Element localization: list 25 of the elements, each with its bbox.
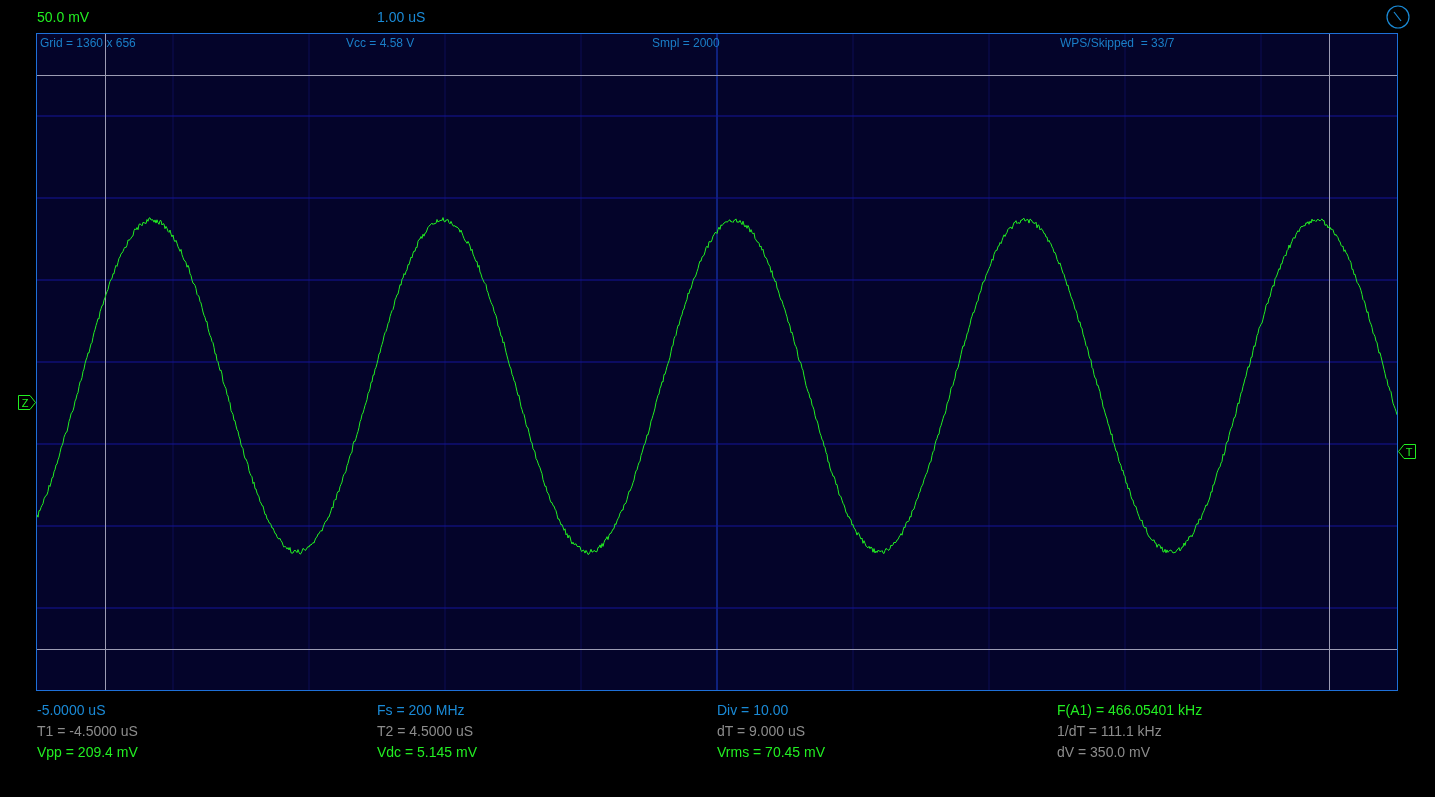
status-text: Grid = 1360 x 656: [40, 36, 137, 50]
trigger-marker[interactable]: T: [1398, 444, 1416, 459]
readout-text: 1/dT = 111.1 kHz: [1057, 722, 1163, 741]
readout-text: dT = 9.000 uS: [717, 722, 807, 741]
cursor-line[interactable]: [105, 34, 106, 690]
dial-icon[interactable]: [1386, 4, 1410, 29]
readout-text: F(A1) = 466.05401 kHz: [1057, 701, 1204, 720]
readout-text: Div = 10.00: [717, 701, 790, 720]
status-text: Smpl = 2000: [652, 36, 721, 50]
status-text: Vcc = 4.58 V: [346, 36, 416, 50]
readout-text: -5.0000 uS: [37, 701, 107, 720]
status-text: WPS/Skipped = 33/7: [1060, 36, 1176, 50]
readout-text: T2 = 4.5000 uS: [377, 722, 475, 741]
cursor-line[interactable]: [37, 649, 1397, 650]
channel-marker[interactable]: Z: [18, 395, 36, 410]
readout-text: T1 = -4.5000 uS: [37, 722, 139, 741]
cursor-line[interactable]: [37, 75, 1397, 76]
readout-text: Vdc = 5.145 mV: [377, 743, 478, 762]
readout-text: Vrms = 70.45 mV: [717, 743, 827, 762]
readout-text: dV = 350.0 mV: [1057, 743, 1151, 762]
time-per-division: 1.00 uS: [377, 8, 427, 25]
readout-text: Vpp = 209.4 mV: [37, 743, 139, 762]
volts-per-division: 50.0 mV: [37, 8, 91, 25]
cursor-line[interactable]: [1329, 34, 1330, 690]
readout-text: Fs = 200 MHz: [377, 701, 466, 720]
